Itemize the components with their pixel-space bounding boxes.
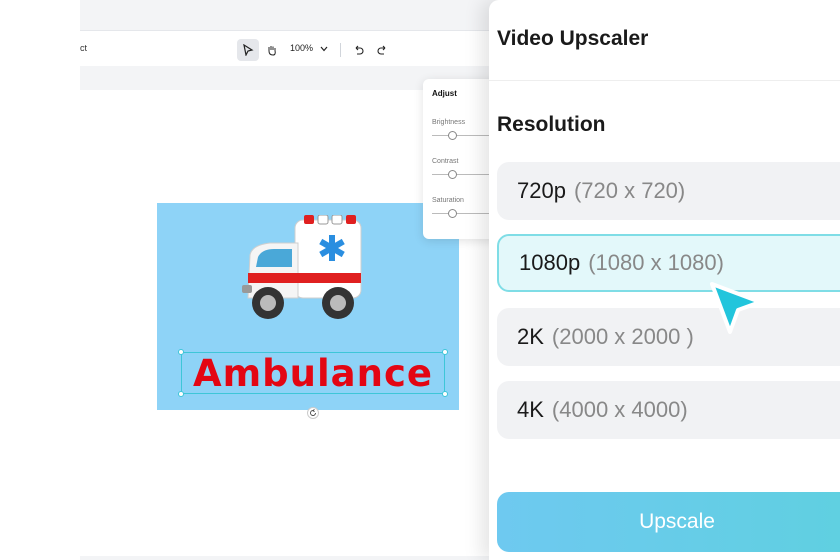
- resize-handle-top-right[interactable]: [442, 349, 448, 355]
- app-window: ct 100% Ambulance Adjust Brightness Cont…: [0, 0, 840, 560]
- toolbar-divider: [340, 43, 341, 57]
- resize-handle-top-left[interactable]: [178, 349, 184, 355]
- undo-button[interactable]: [347, 39, 369, 61]
- rotate-icon: [310, 409, 316, 416]
- option-label: 720p: [517, 178, 566, 203]
- option-detail: (2000 x 2000 ): [551, 324, 694, 349]
- ambulance-icon[interactable]: [240, 215, 365, 330]
- ambulance-text[interactable]: Ambulance: [193, 352, 433, 395]
- slider-knob[interactable]: [448, 131, 457, 140]
- slider-track[interactable]: [432, 213, 492, 214]
- resolution-option-1080p[interactable]: 1080p (1080 x 1080): [497, 234, 840, 292]
- hand-tool-button[interactable]: [261, 39, 283, 61]
- top-toolbar: ct 100%: [80, 30, 560, 66]
- slider-track[interactable]: [432, 135, 492, 136]
- slider-label: Brightness: [432, 119, 466, 126]
- option-label: 4K: [517, 397, 544, 422]
- resolution-option-4k[interactable]: 4K (4000 x 4000): [497, 381, 840, 439]
- slider-label: Saturation: [432, 197, 464, 204]
- resize-handle-bottom-left[interactable]: [178, 391, 184, 397]
- divider: [489, 80, 840, 81]
- zoom-level[interactable]: 100%: [290, 43, 313, 53]
- adjust-title: Adjust: [432, 89, 457, 98]
- select-tool-button[interactable]: [237, 39, 259, 61]
- panel-title: Video Upscaler: [497, 27, 649, 50]
- chevron-down-icon[interactable]: [320, 46, 328, 52]
- contrast-slider[interactable]: Contrast: [432, 158, 492, 179]
- redo-button[interactable]: [371, 39, 393, 61]
- resolution-heading: Resolution: [497, 113, 606, 136]
- saturation-slider[interactable]: Saturation: [432, 197, 492, 218]
- brightness-slider[interactable]: Brightness: [432, 119, 492, 140]
- upscale-button[interactable]: Upscale: [497, 492, 840, 552]
- breadcrumb[interactable]: ct: [80, 43, 87, 53]
- option-label: 1080p: [519, 250, 581, 275]
- option-detail: (4000 x 4000): [551, 397, 688, 422]
- rotate-handle[interactable]: [307, 407, 319, 419]
- slider-knob[interactable]: [448, 170, 457, 179]
- redo-icon: [377, 45, 385, 55]
- resolution-option-2k[interactable]: 2K (2000 x 2000 ): [497, 308, 840, 366]
- resize-handle-bottom-right[interactable]: [442, 391, 448, 397]
- option-detail: (1080 x 1080): [588, 250, 724, 275]
- undo-icon: [355, 45, 363, 55]
- slider-label: Contrast: [432, 158, 459, 165]
- option-detail: (720 x 720): [573, 178, 686, 203]
- pointer-icon: [243, 44, 254, 56]
- slider-knob[interactable]: [448, 209, 457, 218]
- option-label: 2K: [517, 324, 544, 349]
- cursor-icon: [710, 282, 762, 334]
- resolution-option-720p[interactable]: 720p (720 x 720): [497, 162, 840, 220]
- slider-track[interactable]: [432, 174, 492, 175]
- hand-icon: [268, 46, 276, 56]
- selected-text-box[interactable]: Ambulance: [181, 352, 445, 395]
- video-upscaler-panel: Video Upscaler Resolution 720p (720 x 72…: [489, 0, 840, 560]
